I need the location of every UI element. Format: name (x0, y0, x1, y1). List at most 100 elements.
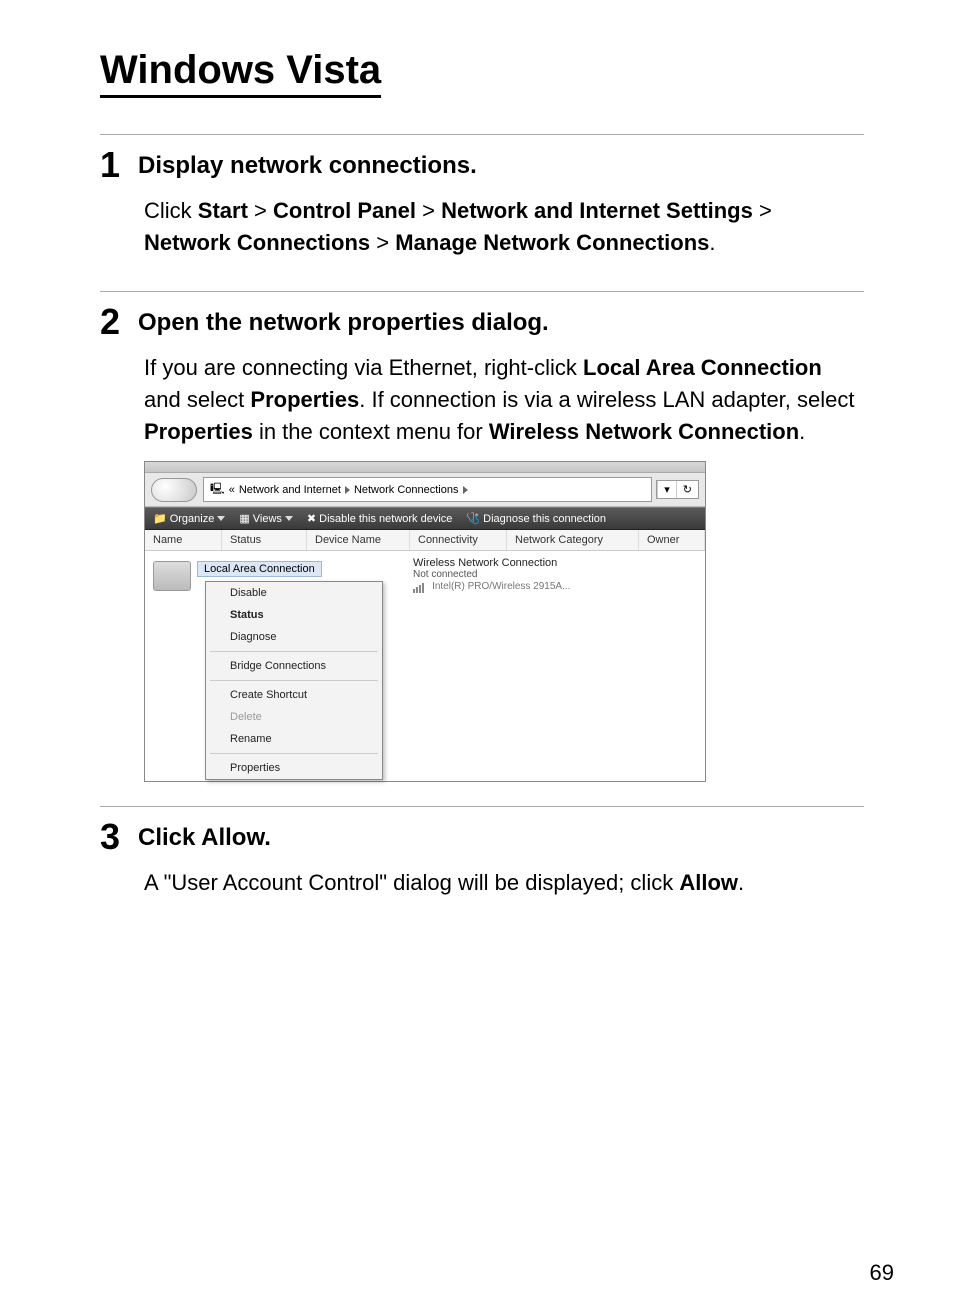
nav-item: Control Panel (273, 198, 416, 223)
window-titlebar (145, 462, 705, 473)
breadcrumb-icon: 🖳 (210, 480, 225, 499)
nav-back-forward-icon[interactable] (151, 478, 197, 502)
sep: > (422, 198, 435, 223)
dropdown-icon[interactable]: ▾ (657, 481, 676, 498)
nav-item: Manage Network Connections (395, 230, 709, 255)
bold-text: Wireless Network Connection (489, 419, 799, 444)
chevron-down-icon (285, 516, 293, 521)
menu-delete[interactable]: Delete (206, 706, 382, 728)
address-controls: ▾ ↻ (656, 480, 699, 499)
toolbar-organize[interactable]: 📁 Organize (153, 512, 225, 525)
menu-rename[interactable]: Rename (206, 728, 382, 750)
text: If you are connecting via Ethernet, righ… (144, 355, 583, 380)
menu-disable[interactable]: Disable (206, 582, 382, 604)
bold-text: Properties (144, 419, 253, 444)
explorer-body: Local Area Connection Disable Status Dia… (145, 551, 705, 781)
address-row: 🖳 « Network and Internet Network Connect… (145, 473, 705, 507)
sep: > (254, 198, 267, 223)
toolbar-diagnose[interactable]: 🩺 Diagnose this connection (466, 512, 606, 525)
nav-item: Network Connections (144, 230, 370, 255)
chevron-right-icon (345, 486, 350, 494)
text: Click (138, 824, 201, 851)
step-paragraph: If you are connecting via Ethernet, righ… (138, 352, 864, 448)
step-heading: Click Allow. (138, 823, 864, 853)
menu-diagnose[interactable]: Diagnose (206, 626, 382, 648)
col-name[interactable]: Name (145, 530, 222, 550)
page-root: Windows Vista 1 Display network connecti… (0, 0, 954, 1314)
divider (100, 134, 864, 135)
sep: > (759, 198, 772, 223)
text: in the context menu for (253, 419, 489, 444)
signal-bars-icon (413, 581, 425, 593)
network-adapter-icon (153, 561, 191, 591)
context-menu: Disable Status Diagnose Bridge Connectio… (205, 581, 383, 780)
step-heading: Display network connections. (138, 151, 864, 181)
label: Views (253, 513, 282, 525)
text: . (709, 230, 715, 255)
menu-shortcut[interactable]: Create Shortcut (206, 684, 382, 706)
vista-window: 🖳 « Network and Internet Network Connect… (144, 461, 706, 782)
label: Organize (170, 513, 215, 525)
step-2: 2 Open the network properties dialog. If… (100, 302, 864, 789)
step-1: 1 Display network connections. Click Sta… (100, 145, 864, 273)
label: Disable this network device (319, 513, 452, 525)
text: . (738, 870, 744, 895)
wireless-device: Intel(R) PRO/Wireless 2915A... (432, 581, 570, 592)
step-body: Click Allow. A "User Account Control" di… (134, 817, 864, 913)
address-bar[interactable]: 🖳 « Network and Internet Network Connect… (203, 477, 652, 502)
menu-separator (210, 680, 378, 681)
step-body: Open the network properties dialog. If y… (134, 302, 864, 789)
breadcrumb-item[interactable]: Network Connections (354, 484, 459, 496)
step-paragraph: A "User Account Control" dialog will be … (138, 867, 864, 899)
step-heading: Open the network properties dialog. (138, 308, 864, 338)
col-device[interactable]: Device Name (307, 530, 410, 550)
text: and select (144, 387, 250, 412)
toolbar-disable[interactable]: ✖ Disable this network device (307, 512, 453, 525)
col-connectivity[interactable]: Connectivity (410, 530, 507, 550)
lan-connection-item[interactable]: Local Area Connection (197, 561, 322, 577)
col-status[interactable]: Status (222, 530, 307, 550)
divider (100, 806, 864, 807)
wireless-connection-item[interactable]: Wireless Network Connection Not connecte… (407, 551, 705, 781)
col-category[interactable]: Network Category (507, 530, 639, 550)
step-number: 2 (100, 304, 134, 340)
bold-text: Properties (250, 387, 359, 412)
nav-item: Start (198, 198, 248, 223)
text: . (799, 419, 805, 444)
bold-text: Allow (201, 824, 264, 851)
toolbar-views[interactable]: ▦ Views (239, 512, 293, 525)
breadcrumb-back: « (229, 484, 235, 496)
menu-status[interactable]: Status (206, 604, 382, 626)
label: Diagnose this connection (483, 513, 606, 525)
step-paragraph: Click Start > Control Panel > Network an… (138, 195, 864, 259)
col-owner[interactable]: Owner (639, 530, 705, 550)
sep: > (376, 230, 389, 255)
text: . (264, 824, 271, 851)
wireless-name: Wireless Network Connection (413, 557, 699, 569)
toolbar: 📁 Organize ▦ Views ✖ Disable this networ… (145, 507, 705, 530)
menu-properties[interactable]: Properties (206, 757, 382, 779)
step-3: 3 Click Allow. A "User Account Control" … (100, 817, 864, 913)
step-number: 3 (100, 819, 134, 855)
breadcrumb-item[interactable]: Network and Internet (239, 484, 341, 496)
bold-text: Local Area Connection (583, 355, 822, 380)
wireless-device-row: Intel(R) PRO/Wireless 2915A... (413, 580, 699, 592)
refresh-icon[interactable]: ↻ (676, 481, 698, 498)
chevron-down-icon (217, 516, 225, 521)
column-headers: Name Status Device Name Connectivity Net… (145, 530, 705, 551)
step-number: 1 (100, 147, 134, 183)
step-body: Display network connections. Click Start… (134, 145, 864, 273)
menu-separator (210, 651, 378, 652)
page-title: Windows Vista (100, 48, 381, 98)
text: A "User Account Control" dialog will be … (144, 870, 679, 895)
menu-separator (210, 753, 378, 754)
page-number: 69 (870, 1260, 894, 1286)
chevron-right-icon (463, 486, 468, 494)
menu-bridge[interactable]: Bridge Connections (206, 655, 382, 677)
text: Click (144, 198, 198, 223)
nav-item: Network and Internet Settings (441, 198, 753, 223)
wireless-status: Not connected (413, 569, 699, 580)
divider (100, 291, 864, 292)
text: . If connection is via a wireless LAN ad… (359, 387, 854, 412)
lan-area: Local Area Connection Disable Status Dia… (145, 551, 407, 781)
